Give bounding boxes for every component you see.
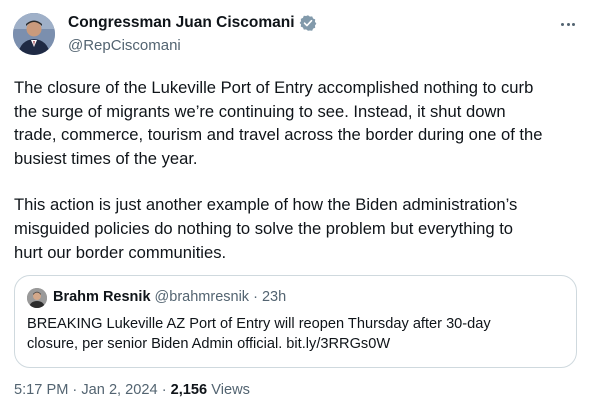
more-options-button[interactable] bbox=[558, 16, 578, 32]
quote-author-name[interactable]: Brahm Resnik bbox=[53, 289, 151, 305]
author-avatar[interactable] bbox=[13, 13, 55, 55]
quote-author-handle[interactable]: @brahmresnik bbox=[155, 289, 250, 305]
text-line: The closure of the Lukeville Port of Ent… bbox=[14, 78, 534, 97]
text-line: the surge of migrants we’re continuing t… bbox=[14, 101, 506, 121]
more-dot bbox=[566, 22, 570, 26]
views-label: Views bbox=[211, 382, 250, 398]
quote-text: BREAKING Lukeville AZ Port of Entry will… bbox=[27, 314, 567, 354]
avatar-portrait-icon bbox=[13, 13, 55, 55]
text-line: busiest times of the year. bbox=[14, 148, 198, 168]
tweet-text: The closure of the Lukeville Port of Ent… bbox=[14, 76, 586, 264]
more-horizontal-icon bbox=[560, 22, 564, 26]
separator-dot: · bbox=[72, 382, 78, 398]
quoted-tweet[interactable]: Brahm Resnik @brahmresnik · 23h BREAKING… bbox=[14, 275, 577, 368]
text-line: This action is just another example of h… bbox=[14, 195, 518, 215]
tweet-meta: 5:17 PM · Jan 2, 2024 · 2,156 Views bbox=[14, 382, 250, 398]
tweet-card: Congressman Juan Ciscomani @RepCiscomani… bbox=[0, 0, 594, 416]
text-line: BREAKING Lukeville AZ Port of Entry will… bbox=[27, 316, 491, 332]
text-line: trade, commerce, tourism and travel acro… bbox=[14, 125, 543, 145]
text-line: closure, per senior Biden Admin official… bbox=[27, 336, 391, 352]
separator-dot: · bbox=[253, 289, 258, 305]
tweet-date[interactable]: Jan 2, 2024 bbox=[81, 382, 157, 398]
verified-badge-icon bbox=[299, 14, 317, 32]
quote-timestamp[interactable]: 23h bbox=[262, 289, 286, 305]
tweet-time[interactable]: 5:17 PM bbox=[14, 382, 68, 398]
text-line: hurt our border communities. bbox=[14, 242, 227, 262]
views-count[interactable]: 2,156 bbox=[171, 382, 208, 398]
author-handle[interactable]: @RepCiscomani bbox=[68, 37, 181, 54]
author-name[interactable]: Congressman Juan Ciscomani bbox=[68, 14, 317, 32]
avatar-portrait-icon bbox=[27, 288, 47, 308]
more-dot bbox=[572, 22, 576, 26]
author-name-text: Congressman Juan Ciscomani bbox=[68, 14, 295, 31]
separator-dot: · bbox=[161, 382, 167, 398]
quote-header: Brahm Resnik @brahmresnik · 23h bbox=[53, 289, 286, 305]
text-line: misguided policies do nothing to solve t… bbox=[14, 218, 514, 238]
quote-author-avatar[interactable] bbox=[27, 288, 47, 308]
